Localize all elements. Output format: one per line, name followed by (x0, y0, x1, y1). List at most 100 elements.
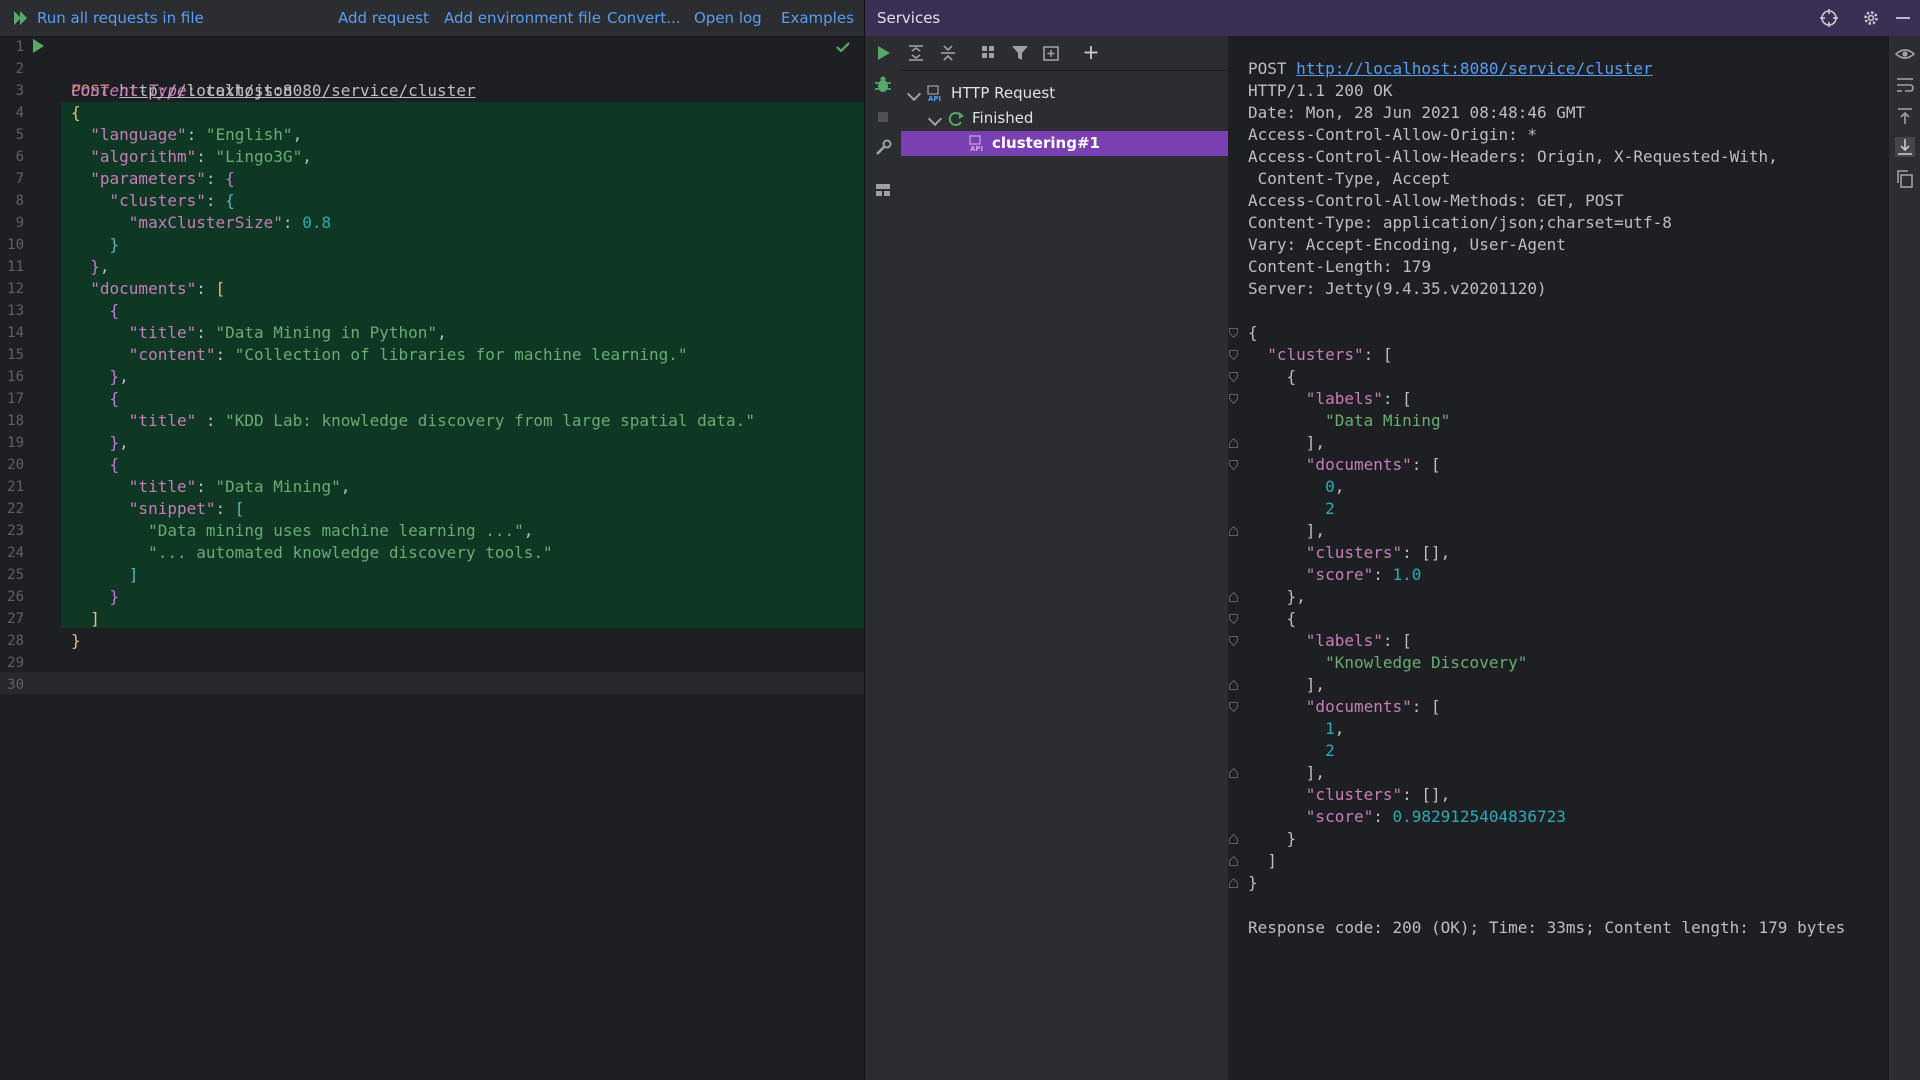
add-request-button[interactable]: Add request (338, 9, 429, 27)
fold-icon[interactable] (1229, 372, 1238, 382)
services-header: Services (865, 0, 1920, 36)
api-icon: API (927, 85, 941, 102)
line-number: 29 (0, 652, 864, 674)
line-number: 30 (0, 674, 864, 696)
response-header-text: Server: Jetty(9.4.35.v20201120) (1248, 279, 1547, 298)
code-line: }, (109, 433, 129, 452)
code-line: "Data mining uses machine learning ...", (148, 521, 534, 540)
svg-text:API: API (928, 95, 941, 102)
response-viewer[interactable]: POST http://localhost:8080/service/clust… (1228, 36, 1888, 1080)
code-line: "language": "English", (90, 125, 303, 144)
response-header-text: Access-Control-Allow-Origin: * (1248, 125, 1537, 144)
tree-item-http-request[interactable]: API HTTP Request (901, 81, 1228, 106)
expand-all-icon[interactable] (905, 42, 927, 64)
debug-icon[interactable] (872, 74, 894, 96)
add-environment-file-button[interactable]: Add environment file (444, 9, 601, 27)
response-header-text: HTTP/1.1 200 OK (1248, 81, 1393, 100)
run-all-icon[interactable] (13, 10, 31, 26)
layout-icon[interactable] (872, 179, 894, 201)
fold-icon[interactable] (1229, 702, 1238, 712)
group-by-icon[interactable] (978, 42, 1000, 64)
fold-end-icon[interactable] (1229, 680, 1238, 690)
code-line: ] (128, 565, 139, 584)
response-header-text: Content-Length: 179 (1248, 257, 1432, 276)
code-line: "parameters": { (90, 169, 235, 188)
code-line: "title": "Data Mining in Python", (128, 323, 447, 342)
code-line: { (109, 389, 120, 408)
scroll-to-end-icon[interactable] (1894, 136, 1916, 158)
examples-button[interactable]: Examples (781, 9, 854, 27)
api-icon: API (969, 135, 983, 152)
header-name: Content-Type (71, 81, 187, 100)
request-line: POST http://localhost:8080/service/clust… (1248, 59, 1653, 78)
response-header-text: Date: Mon, 28 Jun 2021 08:48:46 GMT (1248, 103, 1586, 122)
scroll-to-top-icon[interactable] (1894, 105, 1916, 127)
code-line: } (109, 587, 120, 606)
tree-item-finished[interactable]: Finished (901, 106, 1228, 131)
stop-icon[interactable] (872, 106, 894, 128)
fold-end-icon[interactable] (1229, 856, 1238, 866)
code-line: "maxClusterSize": 0.8 (128, 213, 332, 232)
code-line: "title": "Data Mining", (128, 477, 351, 496)
fold-icon[interactable] (1229, 460, 1238, 470)
wrench-icon[interactable] (872, 137, 894, 159)
response-header-text: Vary: Accept-Encoding, User-Agent (1248, 235, 1566, 254)
filter-icon[interactable] (1009, 42, 1031, 64)
fold-end-icon[interactable] (1229, 834, 1238, 844)
code-line: "documents": [ (90, 279, 226, 298)
services-tree: API HTTP Request Finished API clustering… (901, 36, 1229, 1080)
fold-icon[interactable] (1229, 394, 1238, 404)
editor-toolbar: Run all requests in file Add request Add… (0, 0, 864, 37)
chevron-down-icon[interactable] (906, 86, 922, 102)
collapse-all-icon[interactable] (937, 42, 959, 64)
minimize-icon[interactable] (1893, 8, 1913, 28)
tree-item-clustering[interactable]: API clustering#1 (901, 131, 1228, 156)
code-line: "clusters": { (109, 191, 235, 210)
run-request-icon[interactable] (33, 39, 44, 53)
copy-icon[interactable] (1894, 168, 1916, 190)
tree-item-label: clustering#1 (992, 134, 1100, 152)
tree-item-label: Finished (972, 109, 1034, 127)
fold-icon[interactable] (1229, 350, 1238, 360)
fold-end-icon[interactable] (1229, 592, 1238, 602)
gear-icon[interactable] (1861, 8, 1881, 28)
chevron-down-icon[interactable] (927, 111, 943, 127)
tree-toolbar (901, 36, 1228, 71)
code-line: { (109, 301, 120, 320)
services-title: Services (877, 9, 941, 27)
run-icon[interactable] (872, 42, 894, 64)
new-tab-icon[interactable] (1040, 42, 1062, 64)
response-header-text: Access-Control-Allow-Methods: GET, POST (1248, 191, 1624, 210)
fold-end-icon[interactable] (1229, 768, 1238, 778)
response-header-text: Content-Type, Accept (1248, 169, 1451, 188)
fold-icon[interactable] (1229, 328, 1238, 338)
soft-wrap-icon[interactable] (1894, 74, 1916, 96)
fold-icon[interactable] (1229, 614, 1238, 624)
code-line: ] (90, 609, 100, 628)
code-line: Content-Type: text/json (0, 58, 864, 100)
open-log-button[interactable]: Open log (694, 9, 762, 27)
line-number-label: 30 (7, 677, 24, 693)
response-tool-strip (1888, 36, 1920, 1080)
fold-end-icon[interactable] (1229, 526, 1238, 536)
code-editor[interactable]: 1 2 3 4 5 6 7 8 9 10 11 12 13 14 15 16 17 18 19 20 21 22 23 24 2… (0, 36, 864, 1080)
fold-icon[interactable] (1229, 636, 1238, 646)
code-line: } (71, 631, 81, 650)
code-line: POST http://localhost:8080/service/clust… (0, 36, 864, 100)
response-request-url[interactable]: http://localhost:8080/service/cluster (1296, 59, 1652, 78)
svg-text:API: API (970, 145, 983, 152)
response-header-text: Access-Control-Allow-Headers: Origin, X-… (1248, 147, 1778, 166)
code-line: "snippet": [ (128, 499, 245, 518)
run-all-requests-button[interactable]: Run all requests in file (37, 9, 204, 27)
code-line: { (71, 103, 81, 122)
response-header-text: Content-Type: application/json;charset=u… (1248, 213, 1672, 232)
crosshair-icon[interactable] (1819, 8, 1839, 28)
fold-end-icon[interactable] (1229, 438, 1238, 448)
fold-end-icon[interactable] (1229, 878, 1238, 888)
eye-icon[interactable] (1894, 44, 1916, 66)
http-editor-pane: Run all requests in file Add request Add… (0, 0, 864, 1080)
tree-item-label: HTTP Request (951, 84, 1056, 102)
convert-button[interactable]: Convert... (607, 9, 681, 27)
add-service-icon[interactable] (1081, 42, 1103, 64)
code-line: "algorithm": "Lingo3G", (90, 147, 312, 166)
